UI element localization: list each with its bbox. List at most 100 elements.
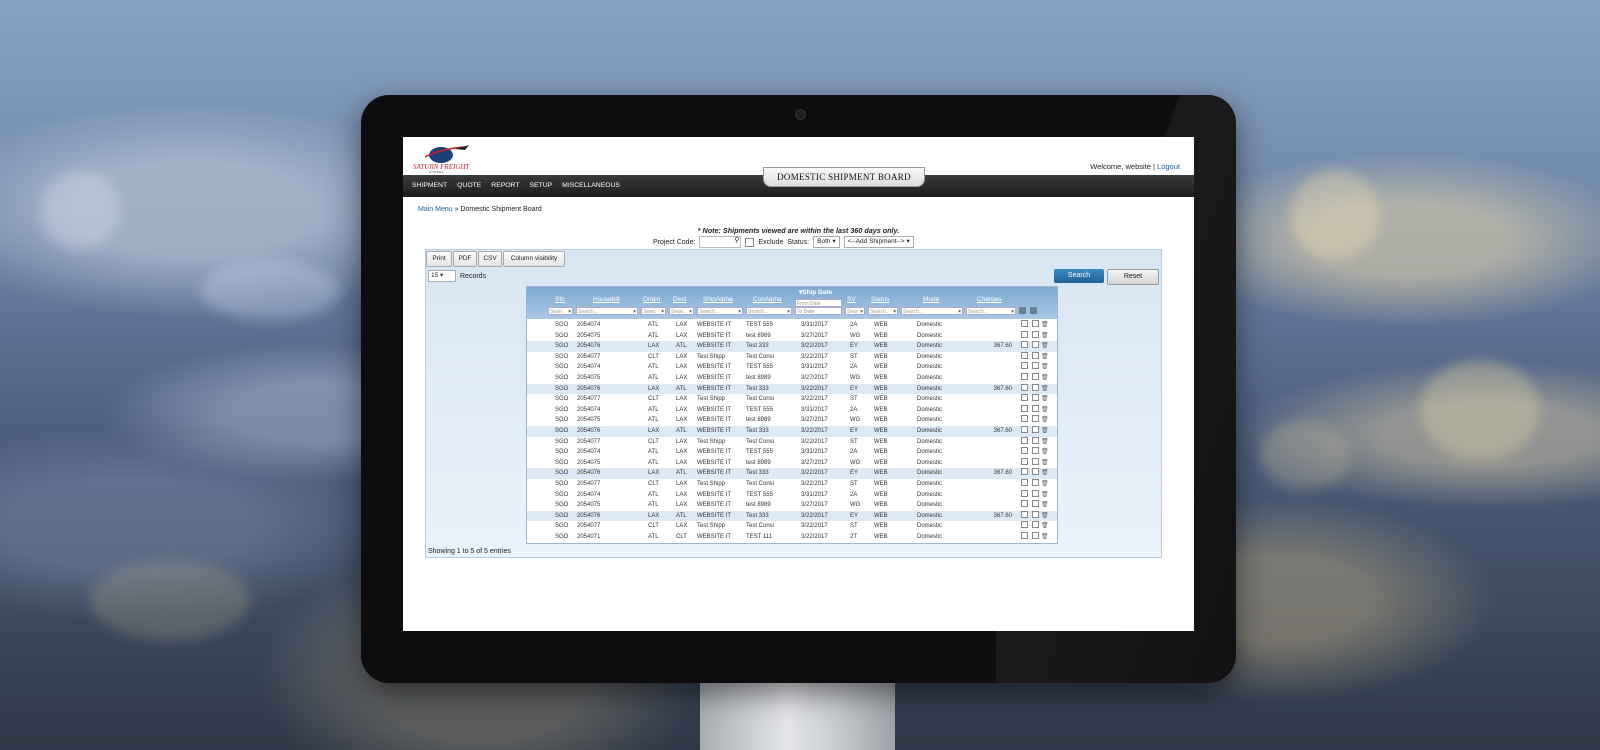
- csv-button[interactable]: CSV: [478, 251, 502, 267]
- close-icon[interactable]: ×: [958, 308, 961, 314]
- row-checkbox[interactable]: [1021, 436, 1028, 444]
- col-mode[interactable]: Mode: [923, 296, 939, 303]
- nav-item-shipment[interactable]: SHIPMENT: [407, 175, 452, 197]
- trash-icon[interactable]: 🗑: [1041, 415, 1049, 426]
- trash-icon[interactable]: 🗑: [1041, 490, 1049, 501]
- col-status[interactable]: Status: [871, 296, 889, 303]
- trash-icon[interactable]: 🗑: [1041, 437, 1049, 448]
- row-checkbox[interactable]: [1032, 373, 1039, 380]
- trash-icon[interactable]: 🗑: [1041, 479, 1049, 490]
- sv-filter-input[interactable]: Sear ×: [845, 307, 865, 315]
- table-row[interactable]: SGO 2054076 LAX ATL WEBSITE IT Test 333 3/22/2…: [527, 468, 1057, 479]
- trash-icon[interactable]: 🗑: [1041, 320, 1049, 331]
- stn-filter-input[interactable]: Searc ×: [548, 307, 573, 315]
- row-checkbox[interactable]: [1032, 362, 1039, 370]
- add-shipment-select[interactable]: <--Add Shipment--> ▾: [843, 236, 914, 248]
- row-checkbox[interactable]: [1021, 383, 1028, 391]
- close-icon[interactable]: ×: [689, 308, 692, 314]
- close-icon[interactable]: ×: [661, 308, 664, 314]
- table-row[interactable]: SGO 2054075 ATL LAX WEBSITE IT test 8989 3/27/…: [527, 330, 1057, 342]
- row-checkbox[interactable]: [1021, 373, 1028, 380]
- table-row[interactable]: SGO 2054077 CLT LAX Test Shipp Test Consi 3/22…: [527, 351, 1057, 363]
- row-checkbox[interactable]: [1032, 394, 1039, 402]
- close-icon[interactable]: ×: [1011, 308, 1014, 314]
- origin-filter-input[interactable]: Searc ×: [641, 307, 666, 315]
- shipalpha-filter-input[interactable]: Search... ×: [697, 307, 743, 315]
- trash-icon[interactable]: 🗑: [1041, 405, 1049, 416]
- trash-icon[interactable]: 🗑: [1041, 384, 1049, 395]
- table-row[interactable]: SGO 2054077 CLT LAX Test Shipp Test Consi 3/22…: [527, 436, 1057, 448]
- row-checkbox[interactable]: [1021, 404, 1028, 412]
- row-checkbox[interactable]: [1021, 351, 1028, 359]
- row-checkbox[interactable]: [1021, 320, 1028, 327]
- trash-icon[interactable]: 🗑: [1041, 447, 1049, 458]
- row-checkbox[interactable]: [1032, 457, 1039, 465]
- trash-icon[interactable]: 🗑: [1041, 532, 1049, 543]
- table-row[interactable]: SGO 2054074 ATL LAX WEBSITE IT TEST 555 3/31/2…: [527, 404, 1057, 416]
- trash-icon[interactable]: 🗑: [1041, 521, 1049, 532]
- column-visibility-button[interactable]: Column visibility: [503, 251, 565, 267]
- charges-filter-input[interactable]: Search... ×: [966, 307, 1016, 315]
- nav-item-setup[interactable]: SETUP: [525, 175, 558, 197]
- breadcrumb-main-menu[interactable]: Main Menu: [418, 206, 453, 213]
- row-checkbox[interactable]: [1032, 383, 1039, 391]
- dest-filter-input[interactable]: Searc ×: [669, 307, 694, 315]
- to-date-input[interactable]: To Date: [795, 307, 842, 315]
- table-row[interactable]: SGO 2054077 CLT LAX Test Shipp Test Consi 3/22…: [527, 521, 1057, 532]
- reset-button[interactable]: Reset: [1107, 269, 1159, 285]
- table-row[interactable]: SGO 2054076 LAX ATL WEBSITE IT Test 333 3/22/2…: [527, 510, 1057, 522]
- table-row[interactable]: SGO 2054074 ATL LAX WEBSITE IT TEST 555 3/31/2…: [527, 489, 1057, 501]
- row-checkbox[interactable]: [1021, 457, 1028, 465]
- close-icon[interactable]: ×: [787, 308, 790, 314]
- row-checkbox[interactable]: [1021, 341, 1028, 349]
- row-checkbox[interactable]: [1032, 489, 1039, 497]
- row-checkbox[interactable]: [1032, 532, 1039, 539]
- row-checkbox[interactable]: [1021, 426, 1028, 433]
- table-row[interactable]: SGO 2054076 LAX ATL WEBSITE IT Test 333 3/22/2…: [527, 341, 1057, 352]
- logout-link[interactable]: Logout: [1157, 162, 1180, 171]
- close-icon[interactable]: ×: [893, 308, 896, 314]
- mode-filter-input[interactable]: Search... ×: [901, 307, 963, 315]
- trash-icon[interactable]: 🗑: [1041, 352, 1049, 363]
- row-checkbox[interactable]: [1021, 330, 1028, 338]
- col-dest[interactable]: Dest: [673, 296, 686, 303]
- nav-item-report[interactable]: REPORT: [486, 175, 524, 197]
- row-checkbox[interactable]: [1021, 500, 1028, 508]
- ship-date-header[interactable]: ▾Ship Date: [799, 288, 832, 296]
- trash-icon[interactable]: 🗑: [1041, 331, 1049, 342]
- trash-icon[interactable]: 🗑: [1041, 468, 1049, 479]
- from-date-input[interactable]: From Date: [795, 299, 842, 307]
- row-checkbox[interactable]: [1032, 447, 1039, 455]
- pdf-button[interactable]: PDF: [453, 251, 477, 267]
- records-select[interactable]: 15 ▾: [428, 270, 456, 282]
- table-row[interactable]: SGO 2054077 CLT LAX Test Shipp Test Consi 3/22…: [527, 394, 1057, 405]
- table-row[interactable]: SGO 2054075 ATL LAX WEBSITE IT test 8989 3/27/…: [527, 457, 1057, 469]
- row-checkbox[interactable]: [1032, 500, 1039, 508]
- table-row[interactable]: SGO 2054071 ATL CLT WEBSITE IT TEST 111 3/22/2…: [527, 532, 1057, 543]
- housebill-filter-input[interactable]: Search... ×: [576, 307, 638, 315]
- col-conalpha[interactable]: ConAlpha: [753, 296, 782, 303]
- status-filter-input[interactable]: Search.. ×: [868, 307, 898, 315]
- row-checkbox[interactable]: [1032, 426, 1039, 433]
- row-checkbox[interactable]: [1021, 394, 1028, 402]
- nav-item-quote[interactable]: QUOTE: [452, 175, 486, 197]
- col-origin[interactable]: Origin: [643, 296, 660, 303]
- table-row[interactable]: SGO 2054077 CLT LAX Test Shipp Test Consi 3/22…: [527, 479, 1057, 490]
- conalpha-filter-input[interactable]: Search... ×: [746, 307, 792, 315]
- row-checkbox[interactable]: [1032, 351, 1039, 359]
- row-checkbox[interactable]: [1032, 404, 1039, 412]
- row-checkbox[interactable]: [1021, 447, 1028, 455]
- table-row[interactable]: SGO 2054076 LAX ATL WEBSITE IT Test 333 3/22/2…: [527, 426, 1057, 437]
- col-charges[interactable]: Charges: [977, 296, 1002, 303]
- print-icon[interactable]: [1019, 307, 1026, 314]
- col-shipalpha[interactable]: ShipAlpha: [703, 296, 733, 303]
- exclude-checkbox[interactable]: [745, 237, 755, 247]
- close-icon[interactable]: ×: [738, 308, 741, 314]
- row-checkbox[interactable]: [1021, 479, 1028, 486]
- row-checkbox[interactable]: [1021, 362, 1028, 370]
- trash-icon[interactable]: 🗑: [1041, 458, 1049, 469]
- table-row[interactable]: SGO 2054075 ATL LAX WEBSITE IT test 8989 3/27/…: [527, 373, 1057, 384]
- trash-icon[interactable]: 🗑: [1041, 341, 1049, 352]
- print-icon[interactable]: [1030, 307, 1037, 314]
- close-icon[interactable]: ×: [633, 308, 636, 314]
